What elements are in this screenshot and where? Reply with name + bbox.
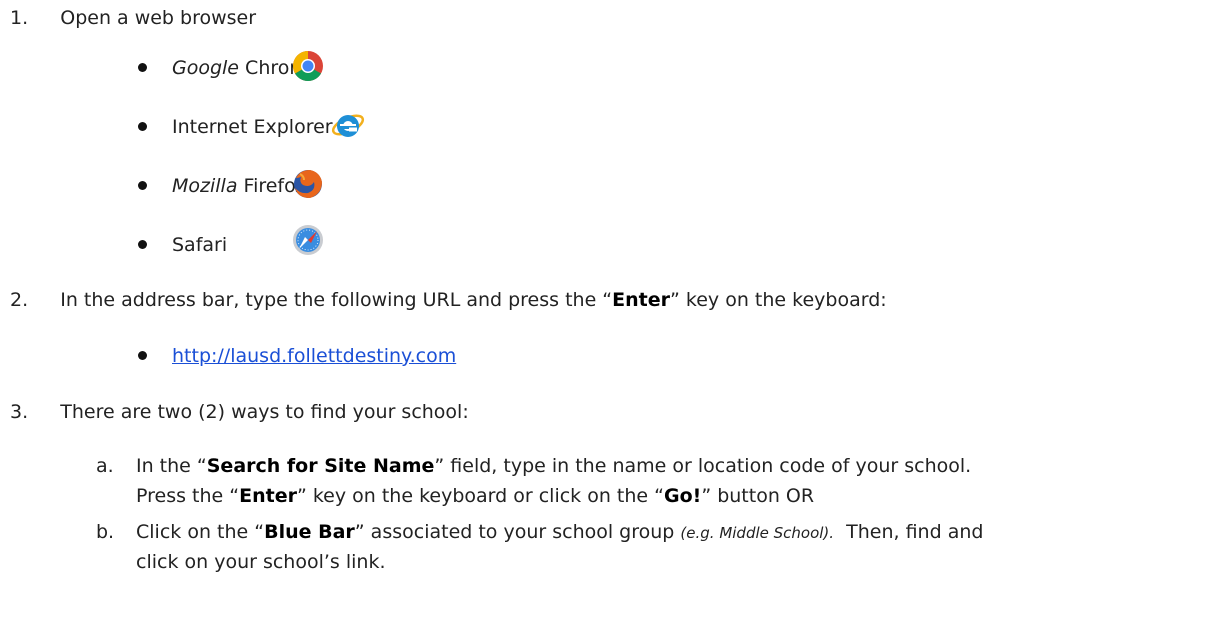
step-3b-line-1: Click on the “Blue Bar” associated to yo… (136, 520, 983, 545)
step-3b-letter: b. (96, 521, 115, 543)
firefox-icon (290, 166, 326, 202)
bullet (138, 351, 147, 360)
step-3a-letter: a. (96, 455, 114, 477)
browser-item-safari: Safari (172, 233, 227, 257)
url-item: http://lausd.follettdestiny.com (172, 344, 456, 368)
step-2-pre: In the address bar, type the following U… (60, 289, 613, 311)
step-3a-l2-mid: ” key on the keyboard or click on the “ (296, 485, 664, 507)
search-field-label: Search for Site Name (206, 455, 435, 477)
step-1: 1. Open a web browser (10, 6, 256, 30)
step-1-number: 1. (10, 7, 29, 29)
enter-key-label: Enter (239, 485, 297, 507)
browser-item-firefox: Mozilla Firefox (172, 174, 306, 198)
step-2-post: ” key on the keyboard: (670, 289, 887, 311)
step-3a-line-1: In the “Search for Site Name” field, typ… (136, 454, 971, 478)
step-2: 2. In the address bar, type the followin… (10, 288, 887, 312)
safari-icon (290, 222, 326, 258)
internet-explorer-icon (330, 107, 366, 143)
step-3: 3. There are two (2) ways to find your s… (10, 400, 469, 424)
example-text: (e.g. Middle School). (680, 524, 835, 542)
browser-item-ie: Internet Explorer (172, 115, 333, 139)
browser-vendor: Mozilla (172, 175, 238, 197)
browser-name: Internet Explorer (172, 116, 333, 138)
bullet (138, 63, 147, 72)
step-3b-mid: ” associated to your school group (354, 521, 681, 543)
step-2-number: 2. (10, 289, 29, 311)
step-3b-line-2: click on your school’s link. (136, 551, 386, 573)
browser-vendor: Google (172, 57, 240, 79)
chrome-icon (290, 48, 326, 84)
bullet (138, 181, 147, 190)
bullet (138, 122, 147, 131)
step-3-number: 3. (10, 401, 29, 423)
step-3b-pre: Click on the “ (136, 521, 265, 543)
step-3a-l2-post: ” button OR (701, 485, 815, 507)
step-3a-pre: In the “ (136, 455, 207, 477)
bullet (138, 240, 147, 249)
go-button-label: Go! (663, 485, 702, 507)
step-3-text: There are two (2) ways to find your scho… (60, 401, 469, 423)
step-3a-line-2: Press the “Enter” key on the keyboard or… (136, 484, 814, 508)
step-3b-post: Then, find and (834, 521, 984, 543)
destiny-url-link[interactable]: http://lausd.follettdestiny.com (172, 345, 456, 367)
blue-bar-label: Blue Bar (264, 521, 355, 543)
enter-key-label: Enter (612, 289, 671, 311)
step-3a-l2-pre: Press the “ (136, 485, 240, 507)
step-1-text: Open a web browser (60, 7, 257, 29)
step-3a-post: ” field, type in the name or location co… (434, 455, 972, 477)
browser-name: Safari (172, 234, 228, 256)
